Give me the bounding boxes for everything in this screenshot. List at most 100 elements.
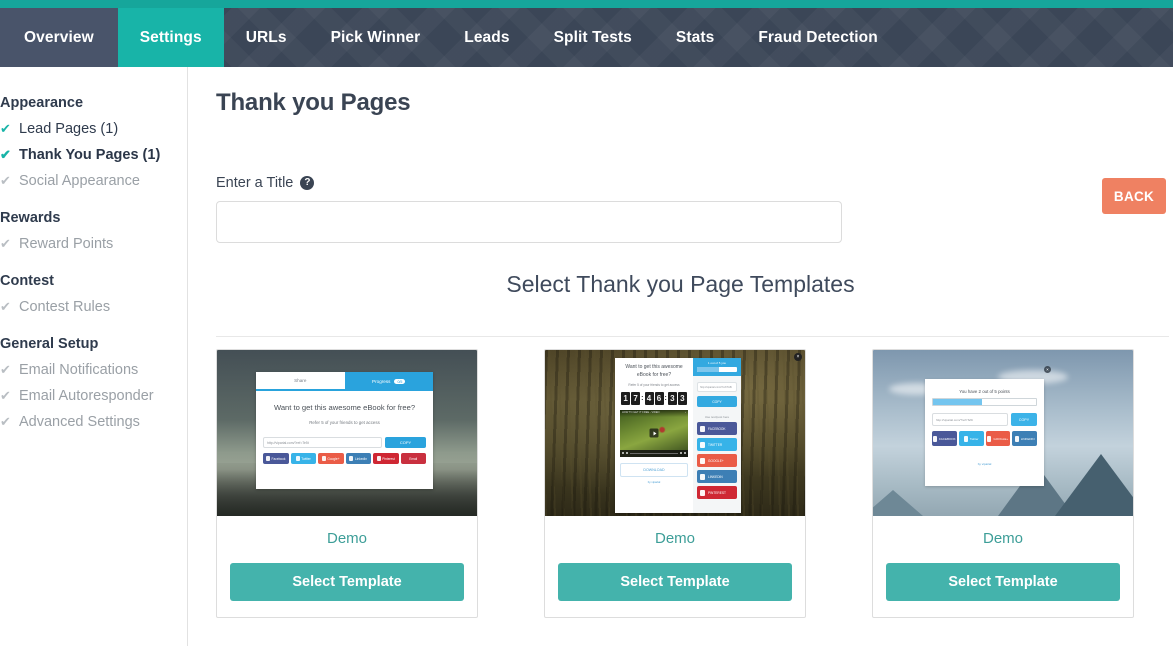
tab-leads[interactable]: Leads <box>442 8 531 67</box>
play-icon <box>649 428 659 438</box>
select-template-button[interactable]: Select Template <box>886 563 1120 601</box>
countdown-digit: 3 <box>667 391 677 405</box>
preview-subline: Refer 5 of your friends to get access <box>309 420 380 425</box>
sidebar-item-lead-pages[interactable]: ✔ Lead Pages (1) <box>0 116 187 142</box>
twitter-icon <box>700 441 705 448</box>
template-card: × You have 2 out of 5 points http://vipa… <box>872 349 1134 618</box>
mountain-shape <box>873 490 923 516</box>
countdown-colon: : <box>664 394 667 402</box>
nav-items: Overview Settings URLs Pick Winner Leads… <box>0 8 900 67</box>
preview-social-googleplus: GOOGLE+ <box>697 454 737 467</box>
preview-progress-panel: 1 out of 5 you <box>693 358 741 376</box>
preview-headline: Want to get this awesome eBook for free? <box>273 403 416 412</box>
countdown-colon: : <box>641 394 644 402</box>
preview-copy-button: COPY <box>697 396 737 407</box>
sidebar-item-email-autoresponder-label: Email Autoresponder <box>19 388 154 404</box>
preview-headline: Want to get this awesome eBook for free? <box>625 364 683 378</box>
tab-settings[interactable]: Settings <box>117 8 224 67</box>
preview-social-linkedin: LINKEDIN <box>697 470 737 483</box>
preview-powered-by: by viparial <box>977 462 992 466</box>
preview-social-facebook: Facebook <box>263 453 289 464</box>
title-field-label: Enter a Title <box>216 175 294 191</box>
preview-progress-bar <box>697 367 737 372</box>
check-icon: ✔ <box>0 173 11 188</box>
tab-pick-winner[interactable]: Pick Winner <box>309 8 443 67</box>
main-navigation: Overview Settings URLs Pick Winner Leads… <box>0 8 1173 67</box>
template-thumbnail-1[interactable]: Share Progress 0/5 Want to get this awes… <box>217 350 477 516</box>
preview-social-facebook-label: FACEBOOK <box>939 436 956 441</box>
volume-icon <box>680 452 682 454</box>
video-progress-track <box>630 452 678 454</box>
sidebar-item-social-appearance[interactable]: ✔ Social Appearance <box>0 168 187 194</box>
check-icon: ✔ <box>0 299 11 314</box>
sidebar-item-contest-rules[interactable]: ✔ Contest Rules <box>0 294 187 320</box>
help-icon[interactable]: ? <box>300 176 315 190</box>
preview-url-row: http://viparial.com/?ref=Te5t COPY <box>263 437 426 448</box>
video-title: HOW TO GET IT FREE - VIDEO <box>622 410 660 414</box>
preview-close-icon: × <box>794 353 802 361</box>
preview-social-email: Email <box>400 453 426 464</box>
sidebar-item-reward-points-label: Reward Points <box>19 236 114 252</box>
template-card-body: Demo Select Template <box>217 516 477 617</box>
select-template-button[interactable]: Select Template <box>558 563 792 601</box>
demo-link[interactable]: Demo <box>886 530 1120 547</box>
preview-social-twitter: TWITTER <box>697 438 737 451</box>
sidebar-item-reward-points[interactable]: ✔ Reward Points <box>0 231 187 257</box>
preview-social-pinterest: PINTEREST <box>697 486 737 499</box>
sidebar-item-email-notifications[interactable]: ✔ Email Notifications <box>0 357 187 383</box>
preview-social-email-label: Email <box>409 456 418 461</box>
title-field-label-row: Enter a Title ? <box>216 175 1173 191</box>
tab-overview[interactable]: Overview <box>0 8 118 67</box>
select-template-button[interactable]: Select Template <box>230 563 464 601</box>
tab-overview-label: Overview <box>24 28 94 46</box>
title-input[interactable] <box>216 201 842 243</box>
facebook-icon <box>700 425 705 432</box>
tab-pick-winner-label: Pick Winner <box>330 28 421 46</box>
tab-split-tests[interactable]: Split Tests <box>532 8 654 67</box>
preview-copy-button: COPY <box>1011 413 1037 426</box>
googleplus-icon <box>987 435 992 442</box>
sidebar-group-appearance-title: Appearance <box>0 95 84 111</box>
preview-popup-2: Want to get this awesome eBook for free?… <box>615 358 741 513</box>
back-button[interactable]: BACK <box>1102 178 1166 214</box>
sidebar-item-email-autoresponder[interactable]: ✔ Email Autoresponder <box>0 383 187 409</box>
countdown-digit: 7 <box>631 391 641 405</box>
linkedin-icon <box>700 473 705 480</box>
preview-headline: You have 2 out of 5 points <box>959 389 1010 394</box>
facebook-icon <box>266 456 270 461</box>
tab-split-tests-label: Split Tests <box>553 28 632 46</box>
video-title-bar: HOW TO GET IT FREE - VIDEO ‹ <box>620 409 688 417</box>
sidebar-item-thank-you-pages[interactable]: ✔ Thank You Pages (1) <box>0 142 187 168</box>
video-controls <box>620 449 688 457</box>
facebook-icon <box>933 435 938 442</box>
preview-social-twitter: Twitter <box>290 453 316 464</box>
template-thumbnail-2[interactable]: × Want to get this awesome eBook for fre… <box>545 350 805 516</box>
fullscreen-icon <box>684 452 686 454</box>
check-icon: ✔ <box>0 388 11 403</box>
sidebar-group-contest-title: Contest <box>0 273 54 289</box>
sidebar-item-email-notifications-label: Email Notifications <box>19 362 139 378</box>
demo-link[interactable]: Demo <box>558 530 792 547</box>
preview-social-twitter: Twitter <box>958 431 984 446</box>
preview-share-label: Use text/post here <box>704 415 730 419</box>
sidebar-item-advanced-settings[interactable]: ✔ Advanced Settings <box>0 409 187 435</box>
twitter-icon <box>963 435 968 442</box>
template-card: Share Progress 0/5 Want to get this awes… <box>216 349 478 618</box>
main-content: Thank you Pages BACK Enter a Title ? Sel… <box>188 67 1173 646</box>
preview-tab-progress-label: Progress <box>372 379 391 384</box>
googleplus-icon <box>321 456 326 461</box>
tab-fraud-detection[interactable]: Fraud Detection <box>736 8 899 67</box>
preview-social-googleplus-label: GOOGLE+ <box>708 458 724 463</box>
demo-link[interactable]: Demo <box>230 530 464 547</box>
tab-leads-label: Leads <box>464 28 510 46</box>
countdown-digit: 6 <box>654 391 664 405</box>
tab-urls[interactable]: URLs <box>224 8 309 67</box>
preview-powered-by: by viparial <box>647 479 661 484</box>
template-thumbnail-3[interactable]: × You have 2 out of 5 points http://vipa… <box>873 350 1133 516</box>
preview-social-googleplus: GOOGLE+ <box>985 431 1011 446</box>
sidebar-item-thank-you-pages-label: Thank You Pages (1) <box>19 147 161 163</box>
sidebar-group-general-setup-title: General Setup <box>0 336 99 352</box>
tab-stats[interactable]: Stats <box>654 8 736 67</box>
preview-tab-progress: Progress 0/5 <box>344 372 433 391</box>
preview-url-field: http://viparial.com/?ref=Te5t <box>932 413 1008 426</box>
